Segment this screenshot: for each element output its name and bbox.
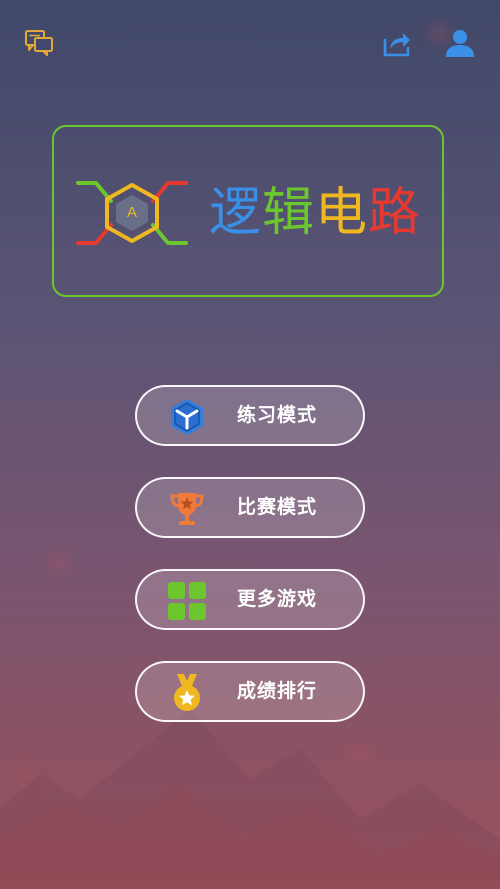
competition-mode-label: 比赛模式	[237, 496, 318, 518]
main-menu-screen: A 逻辑电路 练习模式 比赛模式 更多游戏 成绩排行	[0, 0, 500, 889]
app-title: 逻辑电路	[209, 181, 421, 245]
chat-bubbles-icon	[25, 30, 53, 56]
medal-icon	[174, 674, 200, 711]
title-char-1: 逻	[209, 183, 263, 243]
title-char-3: 电	[315, 183, 369, 243]
title-char-2: 辑	[262, 183, 316, 243]
more-games-button[interactable]: 更多游戏	[135, 569, 365, 630]
practice-mode-button[interactable]: 练习模式	[135, 385, 365, 446]
profile-button[interactable]	[443, 26, 477, 60]
more-games-label: 更多游戏	[237, 588, 318, 610]
share-icon	[383, 33, 410, 57]
feedback-button[interactable]	[22, 26, 56, 60]
grid-icon	[168, 582, 206, 620]
title-card: A 逻辑电路	[52, 125, 444, 297]
trophy-icon	[170, 493, 204, 525]
user-icon	[446, 30, 474, 57]
leaderboard-button[interactable]: 成绩排行	[135, 661, 365, 722]
leaderboard-label: 成绩排行	[237, 680, 318, 702]
logic-badge-letter: A	[126, 204, 137, 221]
title-char-4: 路	[368, 183, 422, 243]
share-button[interactable]	[380, 26, 414, 60]
practice-mode-label: 练习模式	[237, 404, 318, 426]
cube-icon	[171, 399, 203, 435]
bokeh-dot	[48, 552, 68, 572]
competition-mode-button[interactable]: 比赛模式	[135, 477, 365, 538]
